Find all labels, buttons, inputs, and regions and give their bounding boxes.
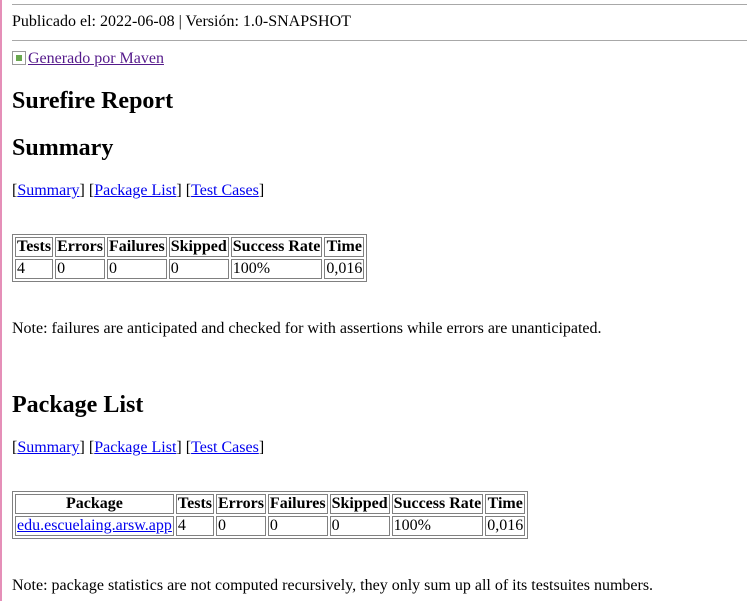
- top-divider: [12, 4, 747, 5]
- col-header: Tests: [15, 237, 54, 257]
- nav-package-list-link[interactable]: Package List: [94, 182, 176, 199]
- col-header: Failures: [107, 237, 167, 257]
- package-list-heading: Package List: [12, 392, 144, 418]
- col-header: Success Rate: [230, 237, 323, 257]
- maven-logo-alt-text: Generado por Maven: [28, 50, 164, 67]
- nav-test-cases-link[interactable]: Test Cases: [191, 182, 259, 199]
- errors-cell: 0: [55, 259, 106, 279]
- page-title: Surefire Report: [12, 88, 174, 114]
- package-nav: [Summary] [Package List] [Test Cases]: [12, 439, 265, 456]
- skipped-cell: 0: [329, 516, 390, 536]
- col-header: Time: [485, 494, 526, 514]
- failures-cell: 0: [107, 259, 167, 279]
- nav-test-cases-link[interactable]: Test Cases: [191, 439, 259, 456]
- package-cell: edu.escuelaing.arsw.app: [15, 516, 174, 536]
- tests-cell: 4: [15, 259, 54, 279]
- nav-package-list-link[interactable]: Package List: [94, 439, 176, 456]
- col-header: Tests: [175, 494, 214, 514]
- table-row: 4 0 0 0 100% 0,016: [15, 259, 365, 279]
- nav-summary-link[interactable]: Summary: [17, 182, 79, 199]
- package-note: Note: package statistics are not compute…: [12, 577, 654, 594]
- time-cell: 0,016: [485, 516, 526, 536]
- nav-summary-link[interactable]: Summary: [17, 439, 79, 456]
- left-accent-bar: [0, 0, 2, 601]
- success-rate-cell: 100%: [391, 516, 484, 536]
- failures-cell: 0: [267, 516, 328, 536]
- col-header: Package: [15, 494, 174, 514]
- summary-table: Tests Errors Failures Skipped Success Ra…: [12, 234, 368, 282]
- summary-header-row: Tests Errors Failures Skipped Success Ra…: [15, 237, 365, 257]
- success-rate-cell: 100%: [230, 259, 323, 279]
- tests-cell: 4: [175, 516, 214, 536]
- summary-note: Note: failures are anticipated and check…: [12, 320, 602, 337]
- col-header: Time: [324, 237, 365, 257]
- col-header: Success Rate: [391, 494, 484, 514]
- errors-cell: 0: [216, 516, 266, 536]
- col-header: Skipped: [168, 237, 229, 257]
- table-row: edu.escuelaing.arsw.app 4 0 0 0 100% 0,0…: [15, 516, 526, 536]
- package-link[interactable]: edu.escuelaing.arsw.app: [17, 517, 172, 534]
- maven-logo-link[interactable]: Generado por Maven: [12, 50, 164, 68]
- col-header: Skipped: [329, 494, 390, 514]
- package-header-row: Package Tests Errors Failures Skipped Su…: [15, 494, 526, 514]
- header-divider: [12, 40, 747, 41]
- summary-nav: [Summary] [Package List] [Test Cases]: [12, 182, 265, 199]
- skipped-cell: 0: [168, 259, 229, 279]
- broken-image-icon: [12, 51, 26, 65]
- summary-heading: Summary: [12, 135, 114, 161]
- published-info: Publicado el: 2022-06-08 | Versión: 1.0-…: [12, 13, 351, 30]
- time-cell: 0,016: [324, 259, 365, 279]
- col-header: Failures: [267, 494, 328, 514]
- col-header: Errors: [55, 237, 106, 257]
- package-table: Package Tests Errors Failures Skipped Su…: [12, 491, 529, 539]
- col-header: Errors: [216, 494, 266, 514]
